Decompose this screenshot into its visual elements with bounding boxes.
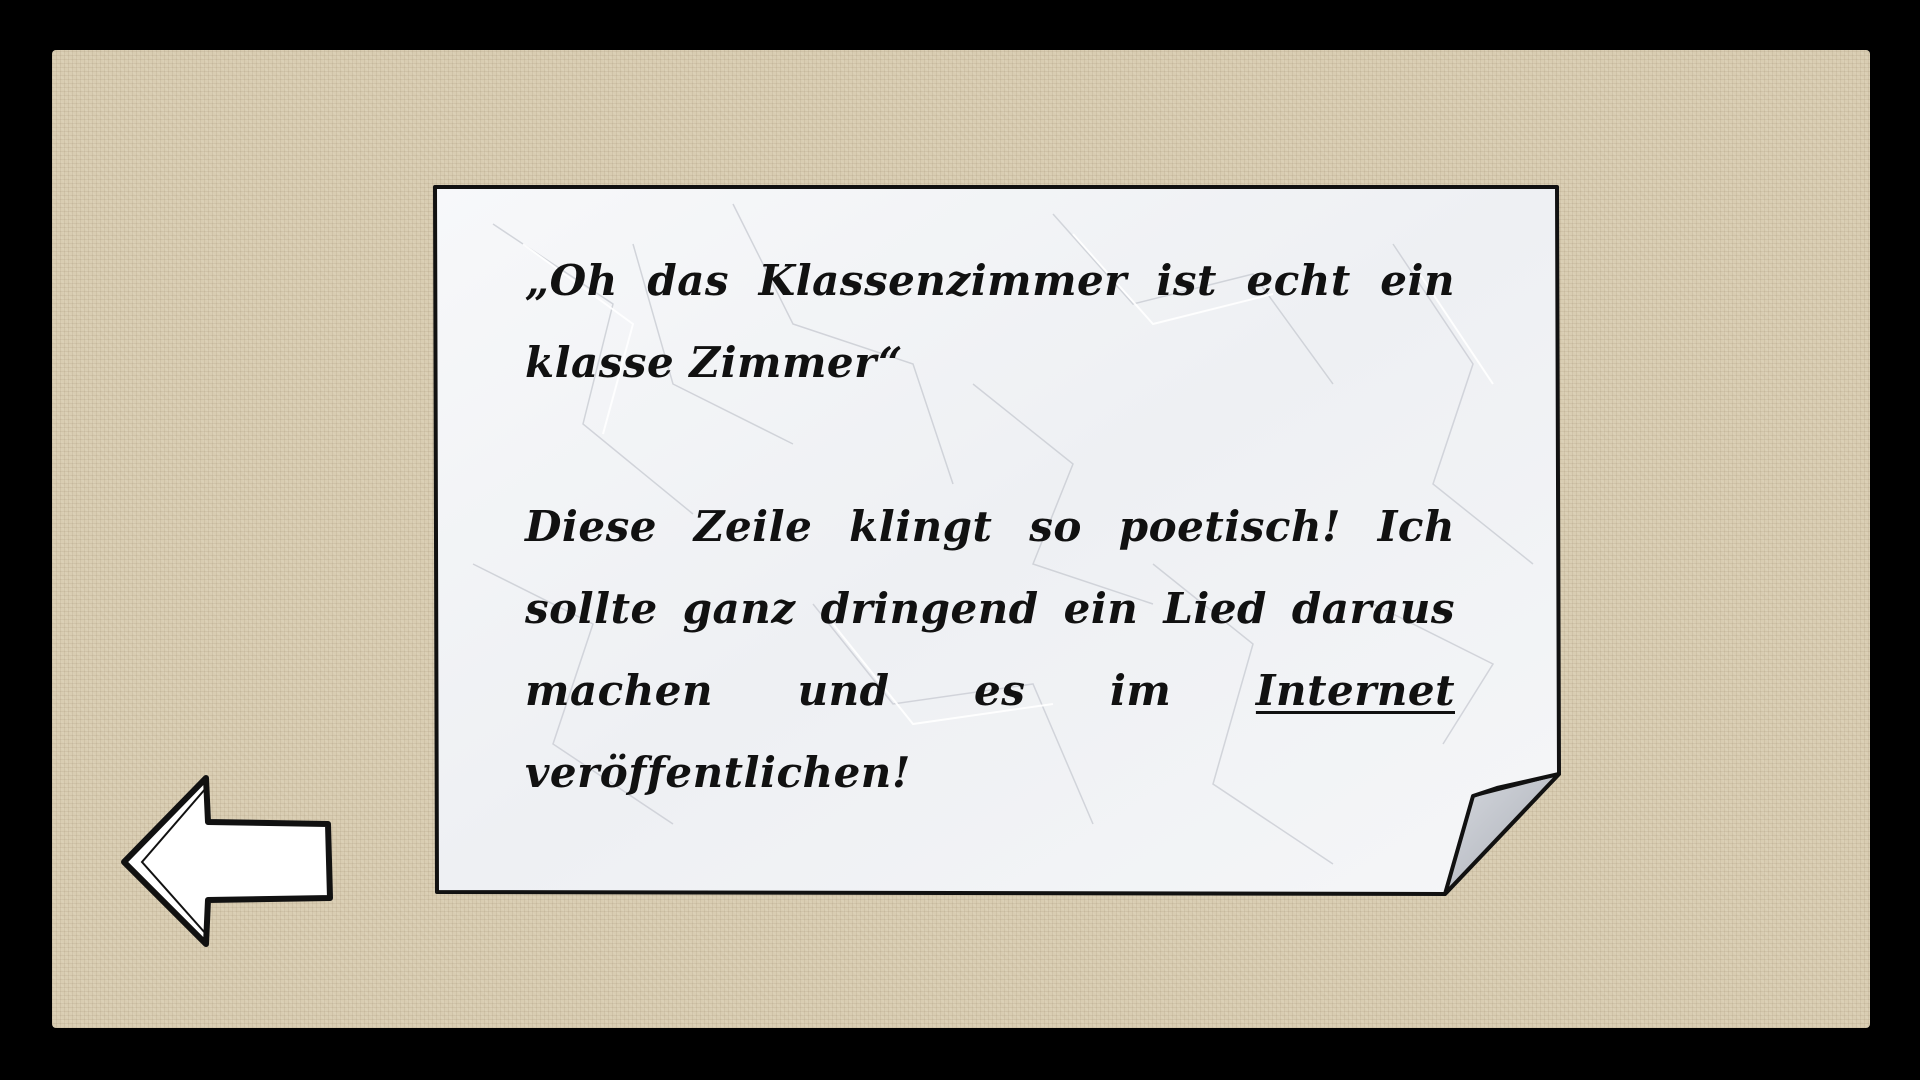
left-arrow-icon	[121, 775, 333, 947]
internet-link[interactable]: Internet	[1256, 666, 1455, 715]
note-quote: „Oh das Klassenzimmer ist echt ein klass…	[525, 256, 1455, 387]
note-body: Diese Zeile klingt so poetisch! Ich soll…	[525, 486, 1455, 814]
note-text: „Oh das Klassenzimmer ist echt ein klass…	[525, 240, 1455, 814]
paper-note: „Oh das Klassenzimmer ist echt ein klass…	[433, 184, 1561, 896]
back-button[interactable]	[118, 774, 338, 950]
note-body-end: veröffentlichen!	[525, 748, 911, 797]
